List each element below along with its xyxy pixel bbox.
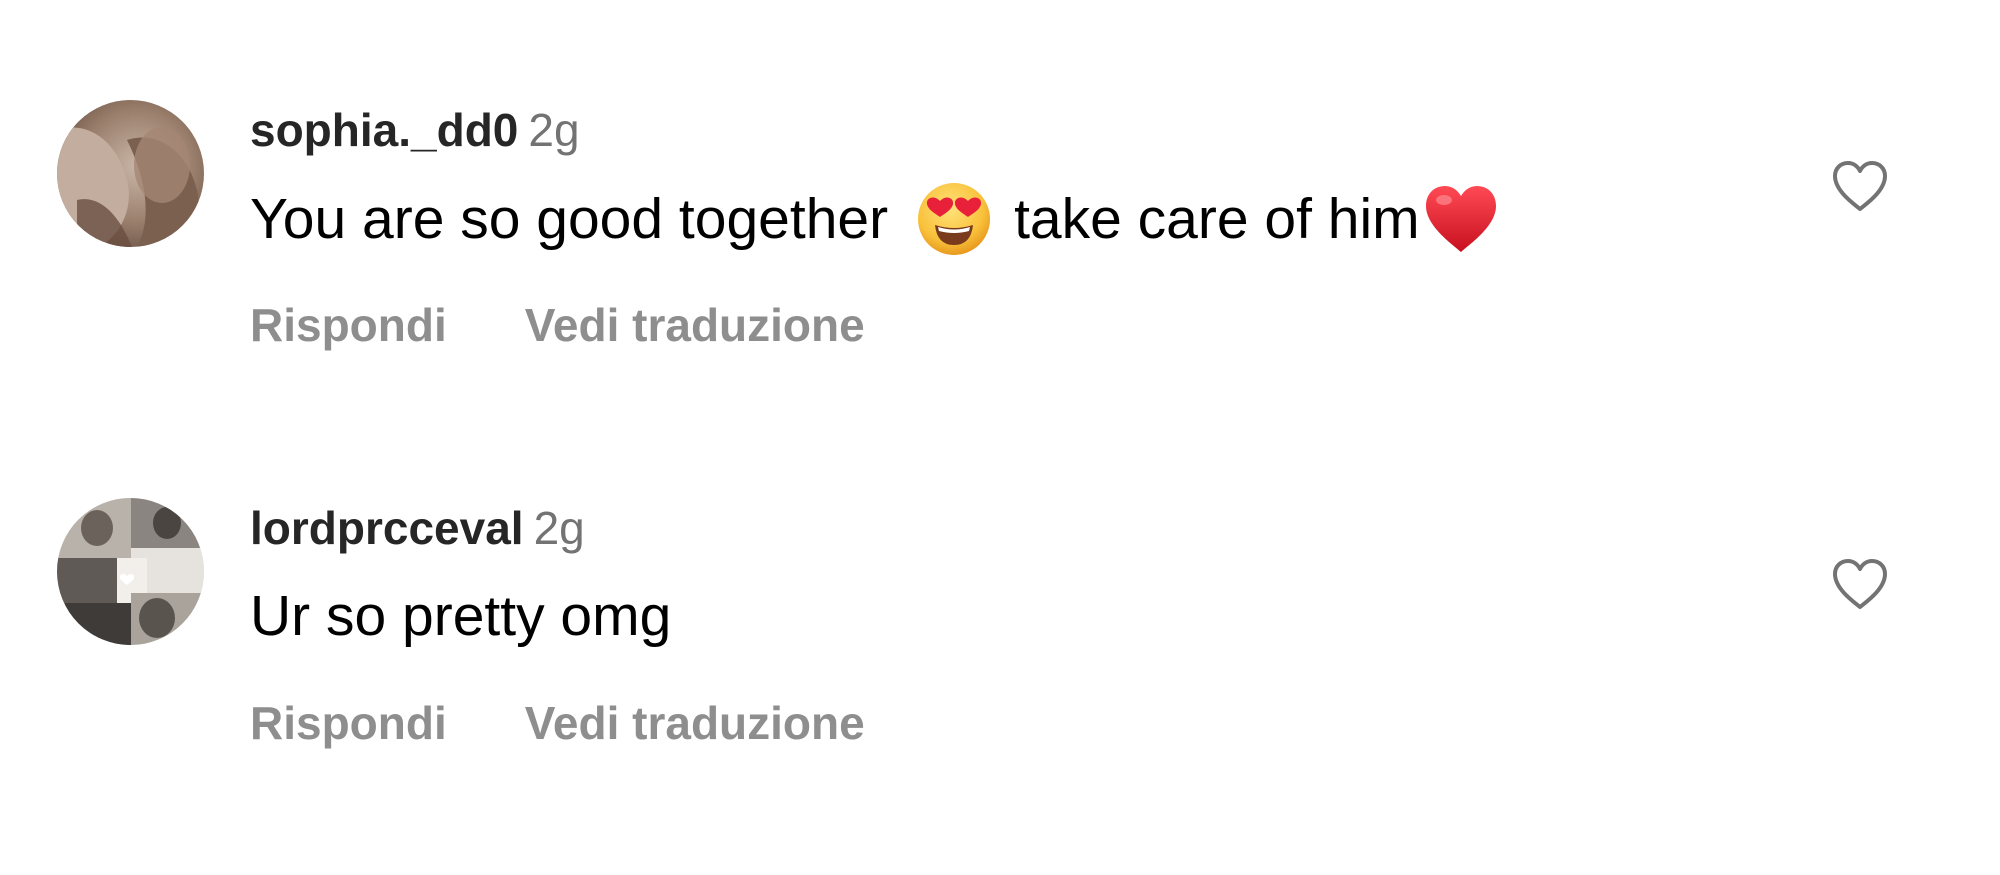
comment-text-part: You are so good together — [250, 187, 889, 252]
comment-time: 2g — [528, 104, 580, 156]
heart-eyes-emoji — [916, 181, 992, 257]
comment-item: lordprcceval 2g Ur so pretty omg Rispondi… — [0, 398, 2000, 758]
comment-text-part: Ur so pretty omg — [250, 584, 672, 648]
comment-item: sophia._dd0 2g You are so good together t… — [0, 0, 2000, 360]
avatar[interactable] — [57, 100, 204, 247]
heart-outline-icon[interactable] — [1830, 556, 1890, 612]
comment-time: 2g — [533, 502, 585, 554]
heart-outline-icon[interactable] — [1830, 158, 1890, 214]
comment-text: Ur so pretty omg — [250, 583, 671, 649]
reply-button[interactable]: Rispondi — [250, 697, 447, 749]
comment-actions: Rispondi Vedi traduzione — [250, 696, 865, 750]
reply-button[interactable]: Rispondi — [250, 299, 447, 351]
comment-username[interactable]: sophia._dd0 — [250, 104, 518, 156]
comment-header: lordprcceval 2g — [250, 501, 585, 555]
comment-username[interactable]: lordprcceval — [250, 502, 524, 554]
comment-text-part: take care of him — [1014, 187, 1420, 252]
see-translation-button[interactable]: Vedi traduzione — [525, 697, 865, 749]
comment-text: You are so good together take care of hi… — [250, 182, 1500, 261]
comment-header: sophia._dd0 2g — [250, 103, 580, 157]
avatar[interactable] — [57, 498, 204, 645]
comment-actions: Rispondi Vedi traduzione — [250, 298, 865, 352]
red-heart-emoji — [1422, 182, 1500, 256]
see-translation-button[interactable]: Vedi traduzione — [525, 299, 865, 351]
